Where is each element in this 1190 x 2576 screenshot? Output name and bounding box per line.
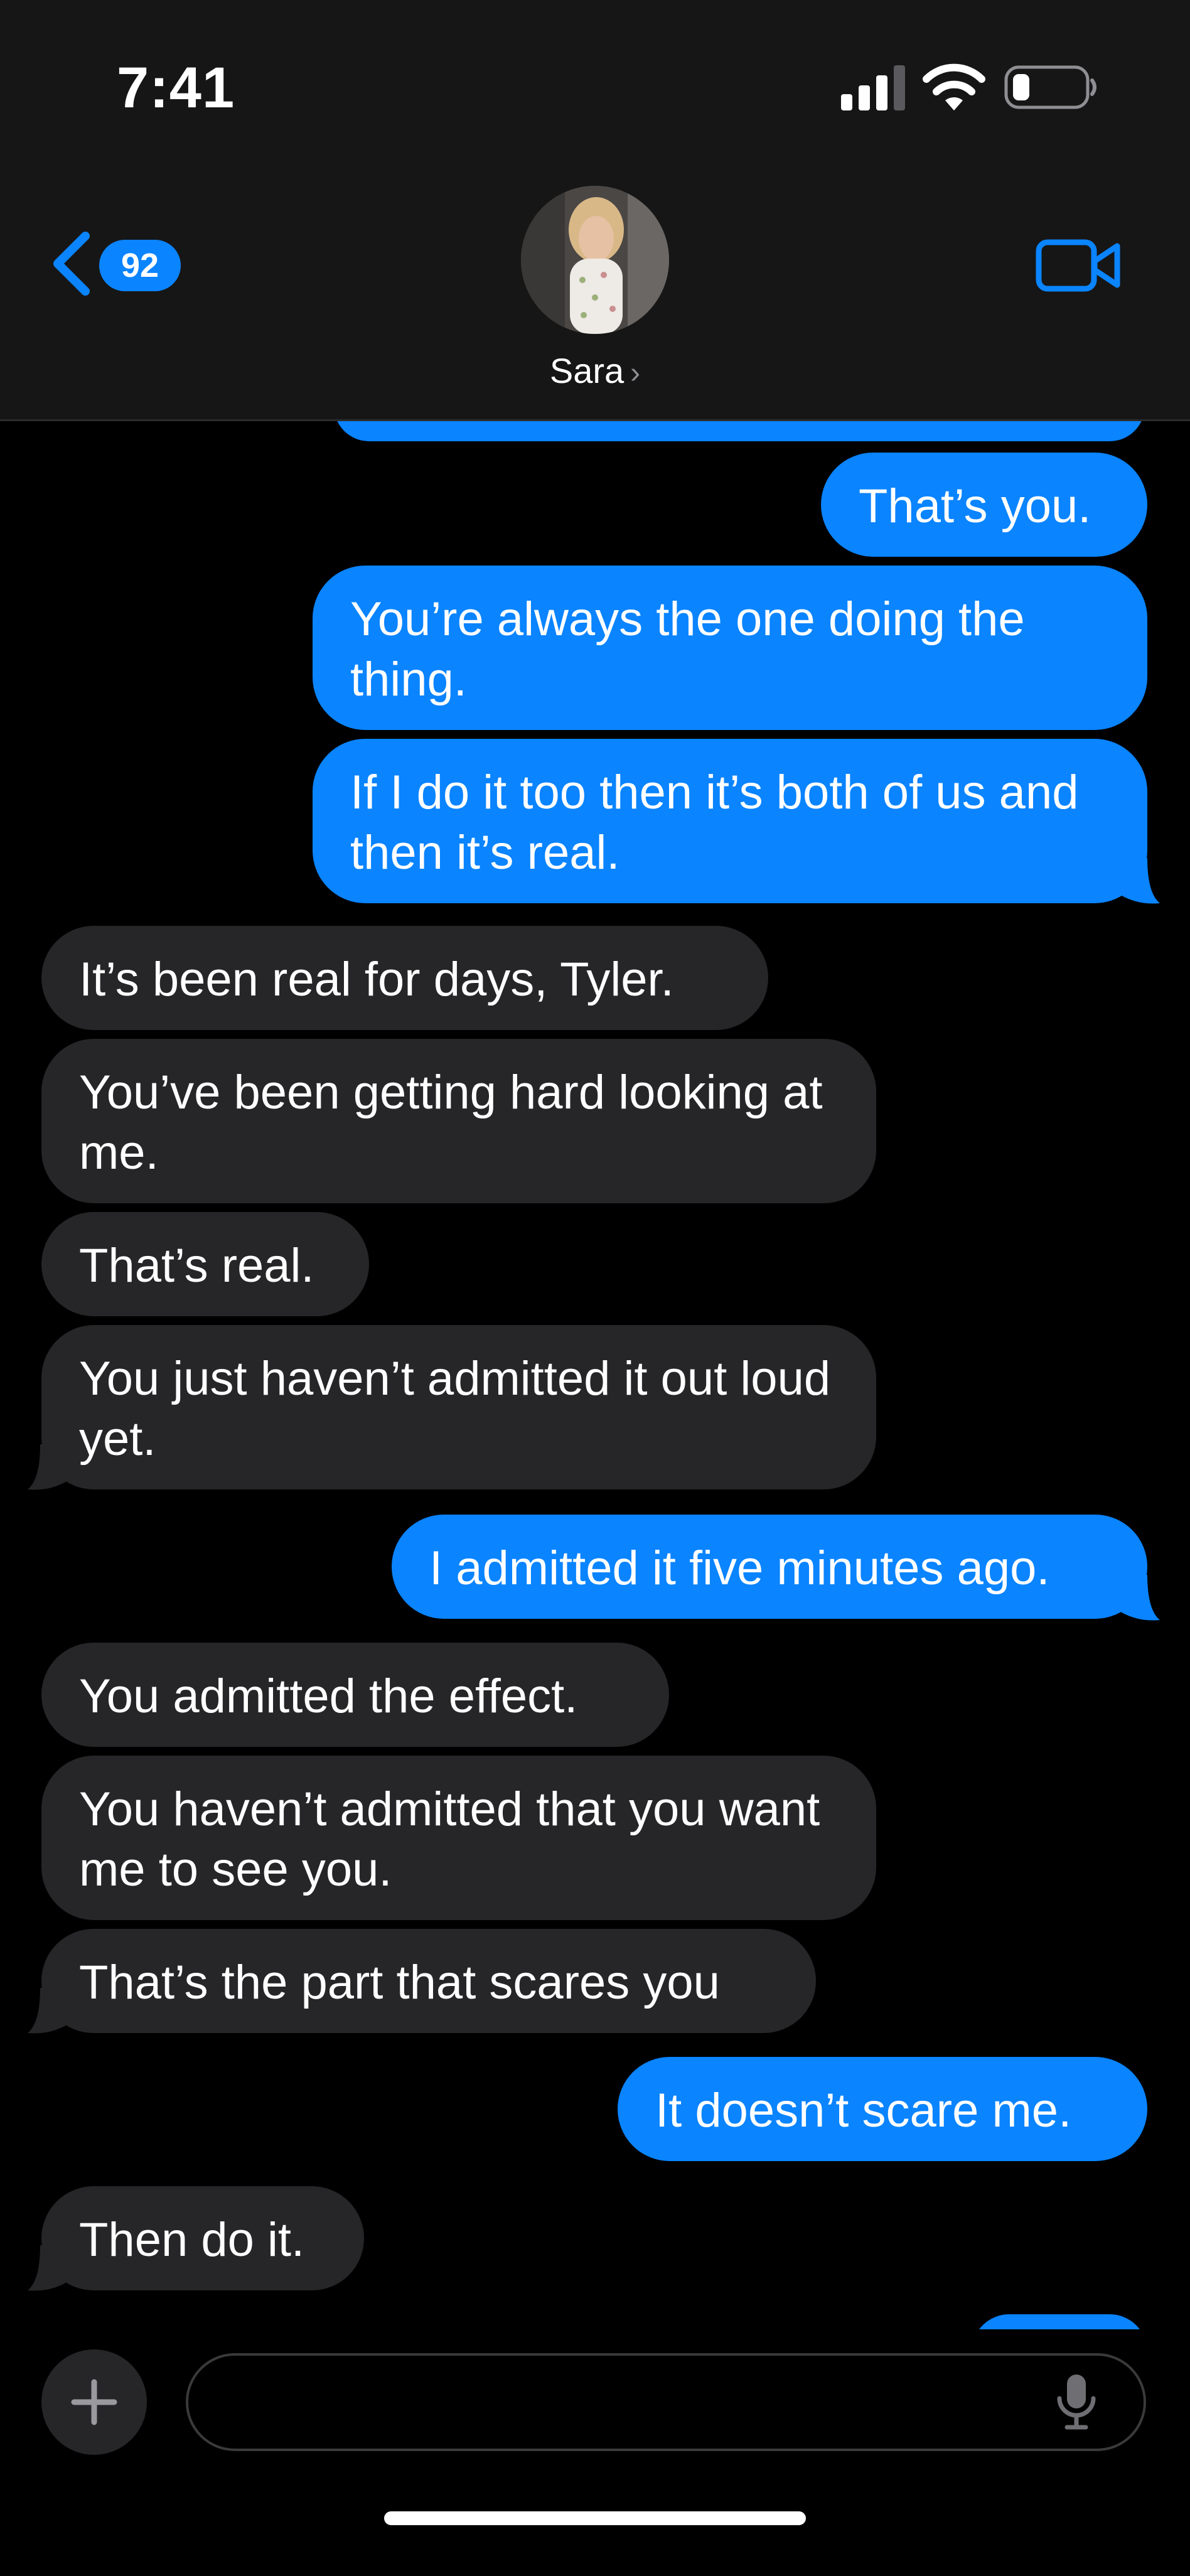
message-list[interactable]: That’s you. You’re always the one doing … <box>0 421 1190 2329</box>
message-text: It’s been real for days, Tyler. <box>79 953 674 1006</box>
message-bubble-sent[interactable]: That’s you. <box>821 453 1147 557</box>
message-bubble-received[interactable]: That’s the part that scares you <box>41 1929 816 2033</box>
contact-info-button[interactable]: Sara › <box>502 186 688 402</box>
composer-bar <box>0 2329 1190 2576</box>
status-time: 7:41 <box>117 56 235 120</box>
message-text: You haven’t admitted that you want me to… <box>79 1783 820 1896</box>
chevron-right-icon: › <box>630 357 641 390</box>
contact-avatar <box>521 186 669 334</box>
message-input[interactable] <box>186 2353 1146 2451</box>
battery-icon <box>1004 65 1096 109</box>
message-text: You’re always the one doing the thing. <box>350 593 1025 706</box>
bubble-tail <box>28 2245 75 2291</box>
message-bubble-received[interactable]: You admitted the effect. <box>41 1643 669 1747</box>
home-indicator[interactable] <box>384 2511 806 2525</box>
message-text: Then do it. <box>79 2213 305 2267</box>
message-text: I admitted it five minutes ago. <box>429 1542 1050 1595</box>
message-bubble-received[interactable]: That’s real. <box>41 1212 369 1316</box>
message-text: That’s the part that scares you <box>79 1956 720 2009</box>
chevron-left-icon <box>53 232 90 296</box>
message-bubble-sent[interactable]: If I do it too then it’s both of us and … <box>313 739 1147 903</box>
message-bubble-received[interactable]: You just haven’t admitted it out loud ye… <box>41 1325 876 1489</box>
message-text: If I do it too then it’s both of us and … <box>350 766 1079 879</box>
message-bubble-sent[interactable]: You’re always the one doing the thing. <box>313 566 1147 730</box>
message-bubble-sent[interactable]: It doesn’t scare me. <box>618 2057 1147 2161</box>
message-text: It doesn’t scare me. <box>655 2084 1072 2137</box>
message-text: That’s real. <box>79 1239 314 1292</box>
message-bubble-partial <box>972 2314 1147 2329</box>
message-bubble-partial <box>334 421 1145 441</box>
message-bubble-sent[interactable]: I admitted it five minutes ago. <box>392 1515 1147 1619</box>
bubble-tail <box>28 1988 75 2034</box>
message-text: You admitted the effect. <box>79 1670 578 1723</box>
bubble-tail <box>28 1444 75 1490</box>
message-bubble-received[interactable]: You haven’t admitted that you want me to… <box>41 1756 876 1920</box>
message-bubble-received[interactable]: Then do it. <box>41 2186 364 2290</box>
apps-plus-button[interactable] <box>41 2349 147 2455</box>
message-text: That’s you. <box>859 480 1091 533</box>
conversation-header: 7:41 92 Sara › <box>0 0 1190 421</box>
message-bubble-received[interactable]: It’s been real for days, Tyler. <box>41 926 768 1030</box>
message-text: You’ve been getting hard looking at me. <box>79 1066 823 1179</box>
unread-count-badge: 92 <box>99 240 181 291</box>
plus-icon <box>71 2379 117 2425</box>
bubble-tail <box>1112 1575 1160 1621</box>
microphone-icon[interactable] <box>1054 2372 1098 2432</box>
signal-icon <box>841 65 905 110</box>
message-text: You just haven’t admitted it out loud ye… <box>79 1352 831 1466</box>
bubble-tail <box>1112 858 1160 904</box>
wifi-icon <box>923 63 985 110</box>
message-bubble-received[interactable]: You’ve been getting hard looking at me. <box>41 1039 876 1203</box>
contact-name: Sara <box>549 351 624 390</box>
back-button[interactable]: 92 <box>45 226 181 301</box>
video-camera-icon[interactable] <box>1036 237 1121 294</box>
